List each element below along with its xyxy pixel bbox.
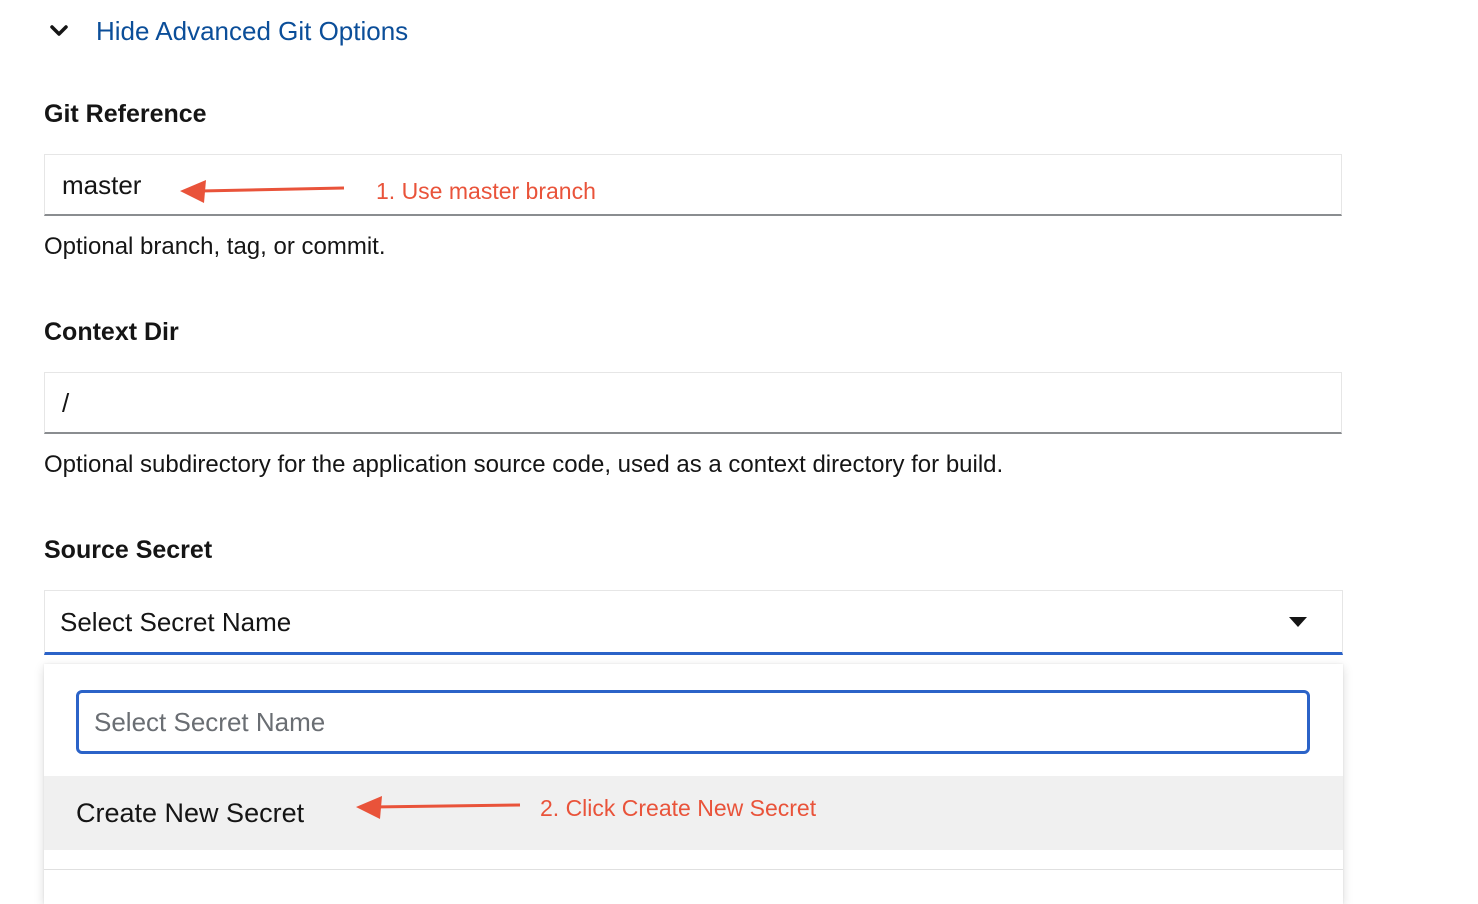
source-secret-dropdown-menu: Create New Secret xyxy=(44,664,1343,904)
context-dir-helper-text: Optional subdirectory for the applicatio… xyxy=(44,451,1004,478)
chevron-down-icon xyxy=(46,18,72,44)
annotation-arrow-2 xyxy=(356,796,521,819)
context-dir-label: Context Dir xyxy=(44,318,179,346)
git-reference-helper-text: Optional branch, tag, or commit. xyxy=(44,233,386,260)
git-reference-label: Git Reference xyxy=(44,100,207,128)
menu-divider xyxy=(44,869,1343,870)
context-dir-input[interactable]: / xyxy=(44,372,1342,434)
create-new-secret-label: Create New Secret xyxy=(76,798,305,828)
git-reference-value: master xyxy=(62,170,142,200)
secret-search-input[interactable] xyxy=(76,690,1310,754)
toggle-label: Hide Advanced Git Options xyxy=(96,15,409,46)
source-secret-selected-value: Select Secret Name xyxy=(60,607,292,637)
annotation-arrow-1 xyxy=(180,180,345,203)
annotation-step-1: 1. Use master branch xyxy=(376,178,596,204)
context-dir-value: / xyxy=(62,388,70,418)
source-secret-select[interactable]: Select Secret Name xyxy=(44,590,1343,655)
caret-down-icon xyxy=(1289,617,1307,627)
source-secret-label: Source Secret xyxy=(44,536,213,564)
annotation-step-2: 2. Click Create New Secret xyxy=(540,795,817,821)
hide-advanced-git-options-toggle[interactable]: Hide Advanced Git Options xyxy=(46,12,408,50)
